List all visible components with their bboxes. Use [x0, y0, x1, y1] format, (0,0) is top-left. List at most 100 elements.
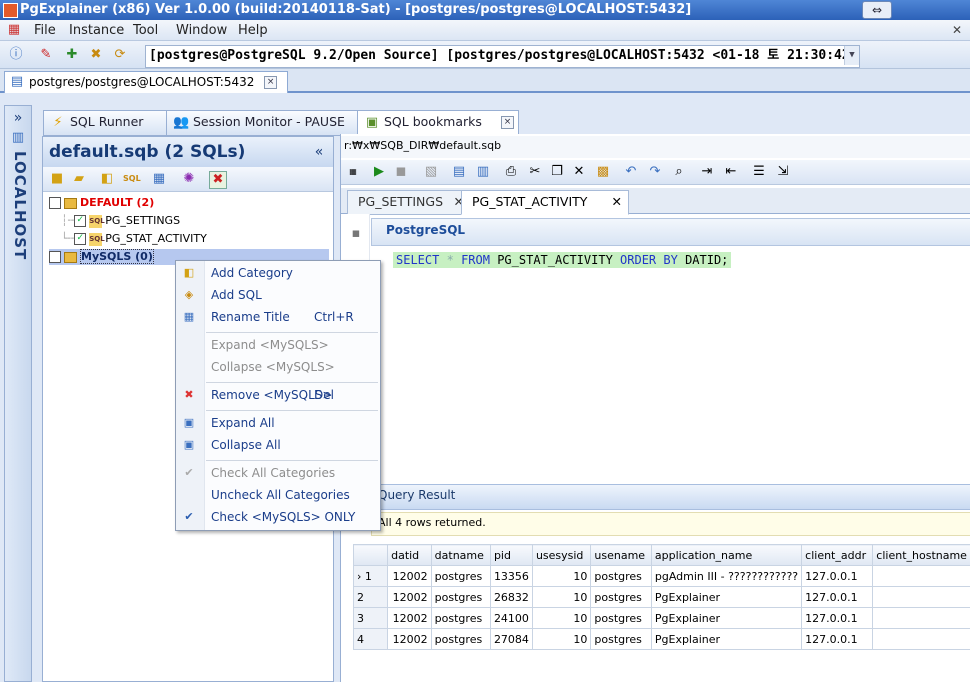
column-header[interactable]: client_hostname	[872, 544, 970, 566]
tab-sql-bookmarks[interactable]: ▣ SQL bookmarks ×	[357, 110, 519, 136]
table-cell[interactable]	[872, 565, 970, 587]
connect-icon[interactable]: ✚	[64, 47, 80, 63]
subtab-pg-settings[interactable]: PG_SETTINGS ✕	[347, 190, 471, 215]
close-icon[interactable]: ×	[501, 116, 514, 129]
context-menu-item[interactable]: Uncheck All Categories	[211, 488, 350, 502]
column-header[interactable]: application_name	[650, 544, 803, 566]
refresh-connection-icon[interactable]: ⟳	[112, 47, 128, 63]
table-cell[interactable]: 24100	[489, 607, 533, 629]
table-cell[interactable]: postgres	[590, 586, 652, 608]
menu-instance[interactable]: Instance	[69, 23, 124, 38]
chevron-down-icon[interactable]: ▼	[844, 46, 859, 65]
pin-icon[interactable]: ✎	[38, 47, 54, 63]
column-header[interactable]: client_addr	[801, 544, 874, 566]
table-cell[interactable]: PgExplainer	[650, 628, 803, 650]
tree-item-pg-settings[interactable]: ┆╌ ✓ SQLPG_SETTINGS	[61, 213, 180, 229]
table-cell[interactable]: 10	[531, 586, 592, 608]
list-icon[interactable]: ☰	[751, 164, 767, 180]
sql-run-icon[interactable]: ▦	[345, 164, 361, 180]
table-cell[interactable]: 10	[531, 565, 592, 587]
paste-icon[interactable]: ▩	[595, 164, 611, 180]
copy-icon[interactable]: ❐	[549, 164, 565, 180]
table-cell[interactable]: 26832	[489, 586, 533, 608]
checkbox[interactable]	[49, 197, 61, 209]
row-number[interactable]: 2	[352, 586, 389, 608]
checkbox-checked[interactable]: ✓	[74, 215, 87, 227]
connection-tab[interactable]: ▤ postgres/postgres@LOCALHOST:5432 ×	[4, 71, 288, 93]
table-cell[interactable]: PgExplainer	[650, 607, 803, 629]
table-cell[interactable]: PgExplainer	[650, 586, 803, 608]
table-cell[interactable]: 12002	[387, 628, 432, 650]
delete-x-icon[interactable]: ✕	[571, 164, 587, 180]
expand-panel-icon[interactable]: »	[10, 110, 26, 126]
settings-icon[interactable]: ✺	[181, 171, 197, 187]
table-cell[interactable]: postgres	[590, 628, 652, 650]
redo-icon[interactable]: ↷	[647, 164, 663, 180]
context-menu-item[interactable]: Check All Categories	[211, 466, 335, 480]
column-header[interactable]: usename	[590, 544, 652, 566]
sql-editor[interactable]: SELECT * FROM PG_STAT_ACTIVITY ORDER BY …	[371, 246, 970, 474]
table-cell[interactable]: 12002	[387, 586, 432, 608]
explain-icon[interactable]: ▧	[423, 164, 439, 180]
table-cell[interactable]: 10	[531, 628, 592, 650]
row-number[interactable]: › 1	[352, 565, 389, 587]
stop-icon[interactable]: ◼	[393, 164, 409, 180]
context-menu-item[interactable]: Check <MySQLS> ONLY	[211, 510, 355, 524]
print-icon[interactable]: ⎙	[503, 164, 519, 180]
table-cell[interactable]: 13356	[489, 565, 533, 587]
context-menu-item[interactable]: Collapse <MySQLS>	[211, 360, 335, 374]
add-category-icon[interactable]: ◧	[99, 171, 115, 187]
checkbox[interactable]	[49, 251, 61, 263]
play-icon[interactable]: ▶	[371, 164, 387, 180]
table-cell[interactable]: postgres	[590, 565, 652, 587]
connection-combo[interactable]: [postgres@PostgreSQL 9.2/Open Source] [p…	[145, 45, 860, 68]
disconnect-icon[interactable]: ✖	[88, 47, 104, 63]
table-cell[interactable]: 12002	[387, 607, 432, 629]
query-result-bar[interactable]: Query Result	[371, 484, 970, 510]
result-grid[interactable]: datid datname pid usesysid usename applicatio…	[352, 544, 970, 650]
info-icon[interactable]: ⓘ	[8, 47, 24, 63]
context-menu-item[interactable]: Collapse All	[211, 438, 281, 452]
format-icon[interactable]: ⇲	[775, 164, 791, 180]
doc-icon[interactable]: ▦	[6, 22, 22, 38]
mdi-close-icon[interactable]: ✕	[952, 23, 962, 37]
table-cell[interactable]: 127.0.0.1	[801, 628, 874, 650]
context-menu-item[interactable]: Add Category	[211, 266, 293, 280]
context-menu-item[interactable]: Rename Title	[211, 310, 290, 324]
context-menu-item[interactable]: Add SQL	[211, 288, 262, 302]
side-strip-label[interactable]: LOCALHOST	[11, 151, 29, 260]
table-cell[interactable]: 10	[531, 607, 592, 629]
table-row[interactable]: 4 12002 postgres 27084 10 postgres PgExplainer…	[352, 628, 970, 650]
table-cell[interactable]: 127.0.0.1	[801, 565, 874, 587]
open-folder-icon[interactable]: ▰	[71, 171, 87, 187]
tree-item-pg-stat-activity[interactable]: └╌ ✓ SQLPG_STAT_ACTIVITY	[61, 231, 207, 247]
menu-window[interactable]: Window	[176, 23, 227, 38]
collapse-panel-icon[interactable]: «	[311, 144, 327, 160]
split-v-icon[interactable]: ▥	[475, 164, 491, 180]
table-cell[interactable]: pgAdmin III - ????????????	[650, 565, 803, 587]
column-header[interactable]: usesysid	[531, 544, 592, 566]
table-cell[interactable]: 27084	[489, 628, 533, 650]
table-row[interactable]: 2 12002 postgres 26832 10 postgres PgExplainer…	[352, 586, 970, 608]
table-row[interactable]: 3 12002 postgres 24100 10 postgres PgExplainer…	[352, 607, 970, 629]
menu-help[interactable]: Help	[238, 23, 268, 38]
new-category-icon[interactable]: ■	[49, 171, 65, 187]
table-cell[interactable]: postgres	[590, 607, 652, 629]
table-cell[interactable]	[872, 628, 970, 650]
table-cell[interactable]: postgres	[430, 628, 491, 650]
tree-category-default[interactable]: DEFAULT (2)	[49, 195, 154, 211]
column-header[interactable]: datid	[387, 544, 432, 566]
find-icon[interactable]: ⌕	[671, 164, 687, 180]
context-menu-item[interactable]: Expand <MySQLS>	[211, 338, 329, 352]
close-icon[interactable]: ×	[264, 76, 278, 89]
save-icon[interactable]: ▪	[348, 226, 364, 242]
context-menu-item[interactable]: Expand All	[211, 416, 275, 430]
subtab-pg-stat-activity[interactable]: PG_STAT_ACTIVITY ✕	[461, 190, 629, 215]
column-header[interactable]: datname	[430, 544, 491, 566]
table-cell[interactable]: postgres	[430, 607, 491, 629]
table-cell[interactable]: 127.0.0.1	[801, 586, 874, 608]
table-cell[interactable]	[872, 607, 970, 629]
menu-tool[interactable]: Tool	[133, 23, 158, 38]
undo-icon[interactable]: ↶	[623, 164, 639, 180]
split-h-icon[interactable]: ▤	[451, 164, 467, 180]
